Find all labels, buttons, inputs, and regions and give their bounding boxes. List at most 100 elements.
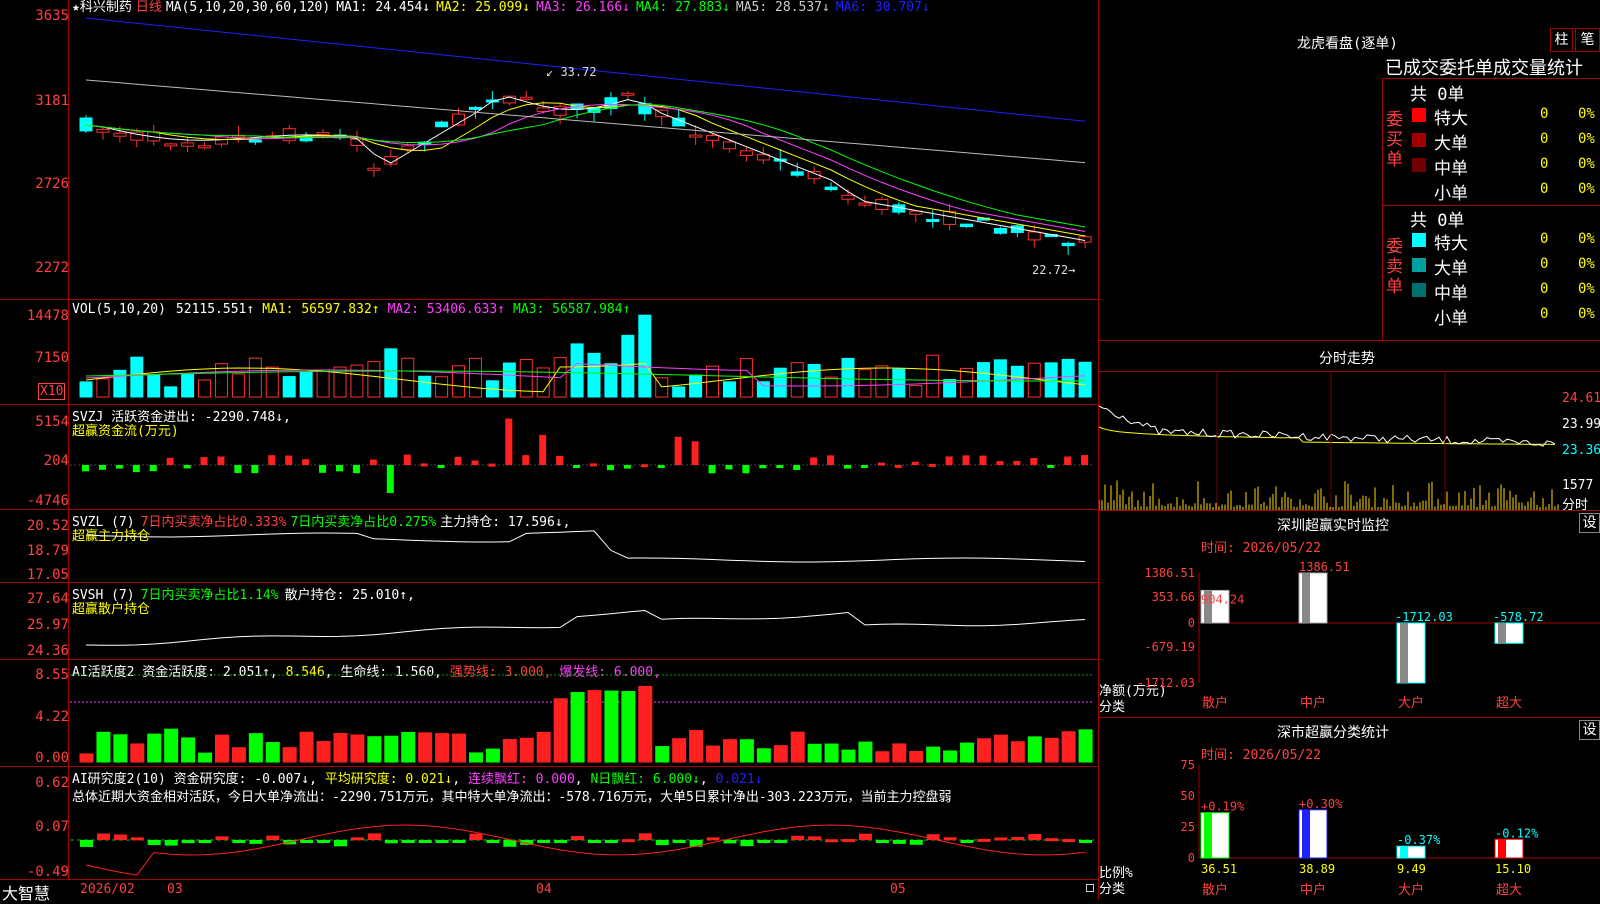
flow-bar <box>285 455 293 465</box>
classify-chart[interactable]: 75 50 25 0 +0.19% 36.51 散户 +0.30% 38.89 中户 -0.37% 9… <box>1099 755 1600 900</box>
volume-bar <box>452 365 466 398</box>
legend-swatch <box>1412 183 1426 197</box>
flow-bar <box>200 457 208 465</box>
right-panel: 龙虎看盘(逐单) 柱 笔 已成交委托单成交量统计 委买单 委卖单 共 0单 共 … <box>1099 0 1600 900</box>
flow-bar <box>623 465 631 469</box>
brand-logo: 大智慧 <box>2 884 51 903</box>
research-bar <box>723 840 737 844</box>
flow-bar <box>708 465 716 474</box>
research-bar <box>300 840 314 843</box>
tick-mode-button[interactable]: 笔 <box>1575 28 1600 52</box>
dragon-row-count: 0 <box>1540 181 1549 197</box>
volume-bar <box>604 363 618 398</box>
volume-bar <box>401 357 415 398</box>
ma-line <box>85 79 1086 164</box>
dragon-title: 龙虎看盘(逐单) <box>1297 36 1398 52</box>
flow-bar <box>776 465 784 468</box>
candle <box>739 150 753 156</box>
sell-total: 共 0单 <box>1410 211 1465 231</box>
candle <box>214 136 228 145</box>
research-bar <box>113 834 127 840</box>
dragon-row-name: 大单 <box>1434 259 1468 279</box>
classify-settings-button[interactable]: 设 <box>1579 720 1600 740</box>
sell-label: 委卖单 <box>1386 237 1403 297</box>
candle <box>790 171 804 176</box>
research-bar <box>367 833 381 840</box>
research-bar <box>571 836 585 840</box>
legend-swatch <box>1412 108 1426 122</box>
research-bar <box>554 840 568 843</box>
research-bar <box>858 833 872 840</box>
volume-bar <box>570 343 584 398</box>
monitor-settings-button[interactable]: 设 <box>1579 513 1600 533</box>
volume-bar <box>198 379 212 398</box>
research-bar <box>266 835 280 840</box>
monitor-axis-label: 0 <box>1188 616 1195 630</box>
flow-bar <box>505 418 513 465</box>
classify-bar-stripe <box>1498 839 1506 858</box>
flow-bar <box>437 465 445 468</box>
research-bar <box>384 840 398 844</box>
research-bar <box>706 837 720 841</box>
legend-swatch <box>1412 233 1426 247</box>
research-bar <box>435 840 449 843</box>
monitor-axis-label: 1386.51 <box>1144 566 1195 580</box>
flow-bar <box>945 456 953 465</box>
divider <box>1382 78 1383 340</box>
volume-bar <box>824 376 838 398</box>
activity-bar <box>604 690 619 763</box>
flow-bar <box>302 459 310 465</box>
flow-bar <box>657 465 665 469</box>
legend-swatch <box>1412 133 1426 147</box>
flow-bar <box>166 457 174 465</box>
candle <box>519 96 533 100</box>
flow-bar <box>403 454 411 465</box>
flow-bar <box>1064 456 1072 465</box>
volume-bar <box>282 376 296 398</box>
activity-bar <box>147 733 162 763</box>
research-bar <box>825 839 839 843</box>
dragon-row: 大单 0 0% <box>1410 129 1600 154</box>
flow-bar <box>962 455 970 465</box>
research-bar <box>401 840 415 843</box>
candle <box>435 121 449 128</box>
research-bar <box>232 840 246 843</box>
activity-bar <box>570 692 585 763</box>
dragon-row: 中单 0 0% <box>1410 154 1600 179</box>
activity-bar <box>502 739 517 763</box>
lock-icon[interactable] <box>1086 884 1094 892</box>
flow-bar <box>556 455 564 465</box>
stock-chart[interactable]: ↙ 33.72 22.72→ <box>0 0 1098 880</box>
monitor-axis-label: -679.19 <box>1144 640 1195 654</box>
flow-bar <box>759 465 767 469</box>
intraday-axis-label: 24.61 <box>1562 391 1600 406</box>
flow-bar <box>149 465 157 472</box>
monitor-chart[interactable]: 1386.51 353.66 0 -679.19 -1712.03 904.24 散户 138… <box>1099 550 1600 716</box>
flow-bar <box>860 465 868 468</box>
research-bar <box>147 840 161 845</box>
flow-bar <box>996 461 1004 465</box>
intraday-chart[interactable] <box>1099 372 1561 510</box>
flow-bar <box>606 465 614 471</box>
monitor-bar-shade <box>1302 573 1310 623</box>
flow-bar <box>894 464 902 468</box>
volume-bar <box>113 369 127 398</box>
activity-bar <box>299 731 314 763</box>
volume-bar <box>299 371 313 398</box>
bar-mode-button[interactable]: 柱 <box>1550 28 1573 52</box>
classify-title: 深市超赢分类统计 <box>1277 725 1389 741</box>
flow-bar <box>82 465 89 472</box>
dragon-subtitle: 已成交委托单成交量统计 <box>1385 58 1583 79</box>
activity-bar <box>96 731 111 763</box>
dragon-row-pct: 0% <box>1578 156 1595 172</box>
flow-bar <box>336 465 343 472</box>
activity-bar <box>384 735 399 763</box>
classify-change-label: +0.30% <box>1299 797 1343 811</box>
research-bar <box>774 840 788 843</box>
flow-bar <box>911 461 919 465</box>
dragon-row-name: 小单 <box>1434 309 1468 329</box>
activity-bar <box>113 734 128 763</box>
activity-bar <box>418 732 433 763</box>
flow-bar <box>979 455 987 465</box>
activity-bar <box>435 733 450 763</box>
